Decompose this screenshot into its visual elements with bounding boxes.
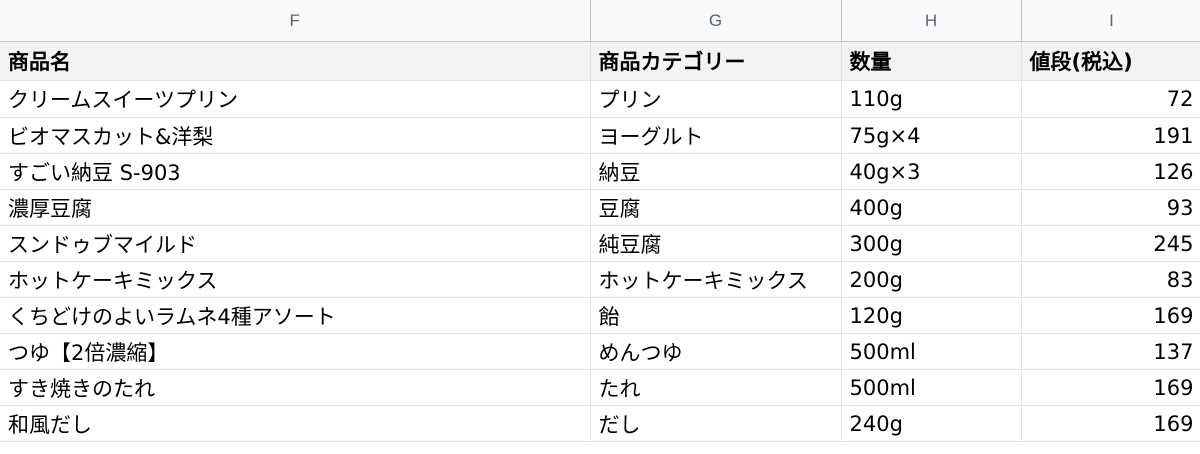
table-row: スンドゥブマイルド 純豆腐 300g 245 (0, 225, 1200, 262)
cell-category[interactable]: ホットケーキミックス (590, 261, 842, 298)
table-header-row: 商品名 商品カテゴリー 数量 値段(税込) (0, 41, 1200, 81)
cell-quantity[interactable]: 200g (841, 261, 1022, 298)
cell-name[interactable]: 濃厚豆腐 (0, 189, 591, 226)
cell-price[interactable]: 137 (1021, 333, 1200, 370)
column-header-g[interactable]: G (590, 0, 842, 42)
column-header-h[interactable]: H (841, 0, 1022, 42)
cell-price[interactable]: 93 (1021, 189, 1200, 226)
cell-quantity[interactable]: 500ml (841, 369, 1022, 406)
table-row: ホットケーキミックス ホットケーキミックス 200g 83 (0, 261, 1200, 298)
cell-quantity[interactable]: 500ml (841, 333, 1022, 370)
cell-category[interactable]: 納豆 (590, 153, 842, 190)
cell-price[interactable]: 169 (1021, 369, 1200, 406)
table-row: すごい納豆 S-903 納豆 40g×3 126 (0, 153, 1200, 190)
cell-category[interactable]: たれ (590, 369, 842, 406)
cell-category[interactable]: ヨーグルト (590, 117, 842, 154)
cell-category[interactable]: 純豆腐 (590, 225, 842, 262)
cell-name[interactable]: クリームスイーツプリン (0, 80, 591, 118)
column-header-row: F G H I (0, 0, 1200, 42)
cell-quantity[interactable]: 110g (841, 80, 1022, 118)
cell-quantity[interactable]: 40g×3 (841, 153, 1022, 190)
table-row: すき焼きのたれ たれ 500ml 169 (0, 369, 1200, 406)
header-cell-category[interactable]: 商品カテゴリー (590, 41, 842, 81)
cell-category[interactable]: 豆腐 (590, 189, 842, 226)
cell-name[interactable]: つゆ【2倍濃縮】 (0, 333, 591, 370)
cell-category[interactable]: めんつゆ (590, 333, 842, 370)
cell-price[interactable]: 169 (1021, 405, 1200, 442)
cell-price[interactable]: 126 (1021, 153, 1200, 190)
cell-category[interactable]: だし (590, 405, 842, 442)
cell-price[interactable]: 169 (1021, 297, 1200, 334)
cell-name[interactable]: すき焼きのたれ (0, 369, 591, 406)
table-row: くちどけのよいラムネ4種アソート 飴 120g 169 (0, 297, 1200, 334)
table-row: クリームスイーツプリン プリン 110g 72 (0, 80, 1200, 118)
header-cell-quantity[interactable]: 数量 (841, 41, 1022, 81)
cell-name[interactable]: ホットケーキミックス (0, 261, 591, 298)
cell-name[interactable]: スンドゥブマイルド (0, 225, 591, 262)
cell-quantity[interactable]: 300g (841, 225, 1022, 262)
cell-price[interactable]: 245 (1021, 225, 1200, 262)
cell-name[interactable]: 和風だし (0, 405, 591, 442)
cell-quantity[interactable]: 400g (841, 189, 1022, 226)
cell-name[interactable]: すごい納豆 S-903 (0, 153, 591, 190)
cell-quantity[interactable]: 240g (841, 405, 1022, 442)
table-row: つゆ【2倍濃縮】 めんつゆ 500ml 137 (0, 333, 1200, 370)
table-row: 濃厚豆腐 豆腐 400g 93 (0, 189, 1200, 226)
cell-price[interactable]: 72 (1021, 80, 1200, 118)
cell-name[interactable]: ビオマスカット&洋梨 (0, 117, 591, 154)
table-row: ビオマスカット&洋梨 ヨーグルト 75g×4 191 (0, 117, 1200, 154)
cell-name[interactable]: くちどけのよいラムネ4種アソート (0, 297, 591, 334)
table-row: 和風だし だし 240g 169 (0, 405, 1200, 442)
cell-price[interactable]: 83 (1021, 261, 1200, 298)
cell-category[interactable]: 飴 (590, 297, 842, 334)
spreadsheet-grid: F G H I 商品名 商品カテゴリー 数量 値段(税込) クリームスイーツプリ… (0, 0, 1200, 454)
header-cell-price[interactable]: 値段(税込) (1021, 41, 1200, 81)
cell-quantity[interactable]: 120g (841, 297, 1022, 334)
cell-quantity[interactable]: 75g×4 (841, 117, 1022, 154)
data-table: F G H I 商品名 商品カテゴリー 数量 値段(税込) クリームスイーツプリ… (0, 0, 1200, 442)
cell-category[interactable]: プリン (590, 80, 842, 118)
cell-price[interactable]: 191 (1021, 117, 1200, 154)
column-header-f[interactable]: F (0, 0, 591, 42)
column-header-i[interactable]: I (1021, 0, 1200, 42)
header-cell-name[interactable]: 商品名 (0, 41, 591, 81)
